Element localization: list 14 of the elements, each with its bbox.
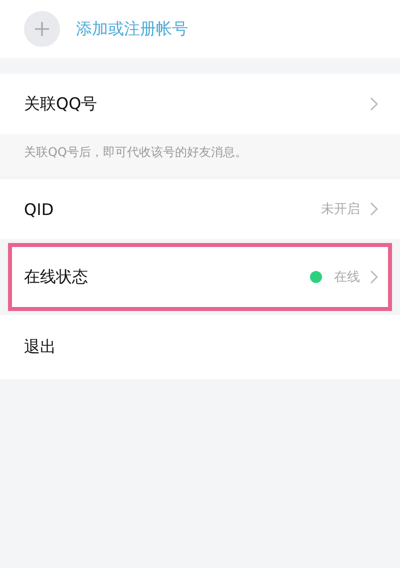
- row-value: 在线: [334, 269, 360, 286]
- row-label: 退出: [24, 336, 57, 358]
- settings-row[interactable]: 关联QQ号: [0, 74, 400, 134]
- row-label: 关联QQ号: [24, 94, 98, 114]
- chevron-icon: [370, 97, 378, 111]
- settings-row[interactable]: 退出: [0, 315, 400, 379]
- row-value: 未开启: [321, 201, 360, 218]
- add-icon[interactable]: [24, 11, 60, 47]
- settings-row[interactable]: QID 未开启: [0, 179, 400, 239]
- chevron-icon: [370, 202, 378, 216]
- settings-row[interactable]: 在线状态 在线: [12, 247, 388, 307]
- row-label: 在线状态: [24, 266, 89, 288]
- row-label: QID: [24, 200, 55, 218]
- chevron-icon: [370, 270, 378, 284]
